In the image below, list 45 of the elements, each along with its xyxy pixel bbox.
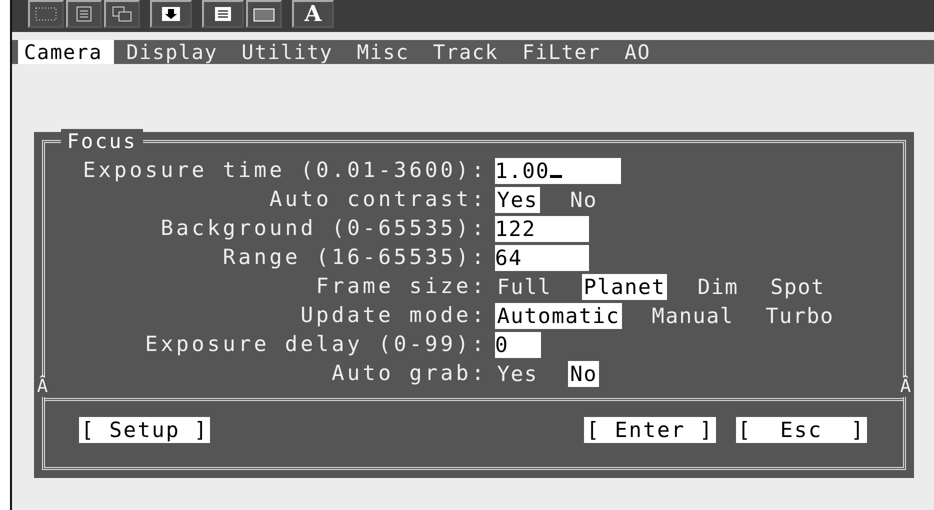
separator-mark: Â bbox=[900, 377, 911, 397]
toolbar-button[interactable] bbox=[150, 0, 192, 28]
toolbar-button[interactable] bbox=[246, 0, 282, 28]
toolbar-button[interactable] bbox=[202, 0, 244, 28]
enter-button[interactable]: [ Enter ] bbox=[584, 417, 716, 443]
input-field[interactable]: 122 bbox=[495, 216, 589, 242]
escape-button[interactable]: [ Esc ] bbox=[736, 417, 867, 443]
setup-button[interactable]: [ Setup ] bbox=[79, 417, 210, 443]
menu-item[interactable]: Track bbox=[427, 40, 510, 64]
menu-item[interactable]: Utility bbox=[236, 40, 345, 64]
menu-item[interactable]: Display bbox=[120, 40, 230, 64]
menu-item[interactable]: FiLter bbox=[516, 40, 612, 64]
field-label: Frame size: bbox=[315, 273, 488, 300]
text-cursor bbox=[550, 175, 562, 178]
download-icon bbox=[160, 6, 182, 22]
field-label: Background (0-65535): bbox=[160, 215, 488, 242]
option[interactable]: Spot bbox=[768, 274, 827, 300]
option[interactable]: Planet bbox=[582, 274, 668, 300]
menu-item[interactable]: Camera bbox=[18, 40, 114, 64]
separator-mark: Â bbox=[37, 377, 48, 397]
window-icon bbox=[253, 6, 275, 22]
option[interactable]: Dim bbox=[695, 274, 740, 300]
input-field[interactable]: 1.00 bbox=[495, 158, 621, 184]
option[interactable]: Yes bbox=[495, 186, 540, 212]
document-icon bbox=[212, 6, 234, 22]
option[interactable]: Full bbox=[495, 274, 554, 300]
field-label: Auto contrast: bbox=[268, 186, 488, 213]
field-label: Exposure time (0.01-3600): bbox=[82, 157, 488, 184]
input-field[interactable]: 64 bbox=[495, 245, 589, 271]
option[interactable]: Automatic bbox=[495, 302, 622, 328]
field-label: Range (16-65535): bbox=[222, 244, 488, 271]
option[interactable]: Turbo bbox=[764, 302, 836, 328]
option[interactable]: No bbox=[568, 186, 600, 212]
option[interactable]: Yes bbox=[495, 360, 540, 386]
copy-icon bbox=[111, 6, 133, 22]
menu-item[interactable]: AO bbox=[618, 40, 663, 64]
field-label: Auto grab: bbox=[330, 360, 488, 387]
input-field[interactable]: 0 bbox=[495, 332, 541, 358]
option[interactable]: No bbox=[568, 360, 600, 386]
option[interactable]: Manual bbox=[650, 302, 736, 328]
font-button[interactable]: A bbox=[292, 0, 334, 28]
field-label: Update mode: bbox=[299, 302, 488, 329]
dotted-frame-icon bbox=[35, 6, 57, 22]
field-label: Exposure delay (0-99): bbox=[144, 331, 488, 358]
menu-item[interactable]: Misc bbox=[350, 40, 422, 64]
